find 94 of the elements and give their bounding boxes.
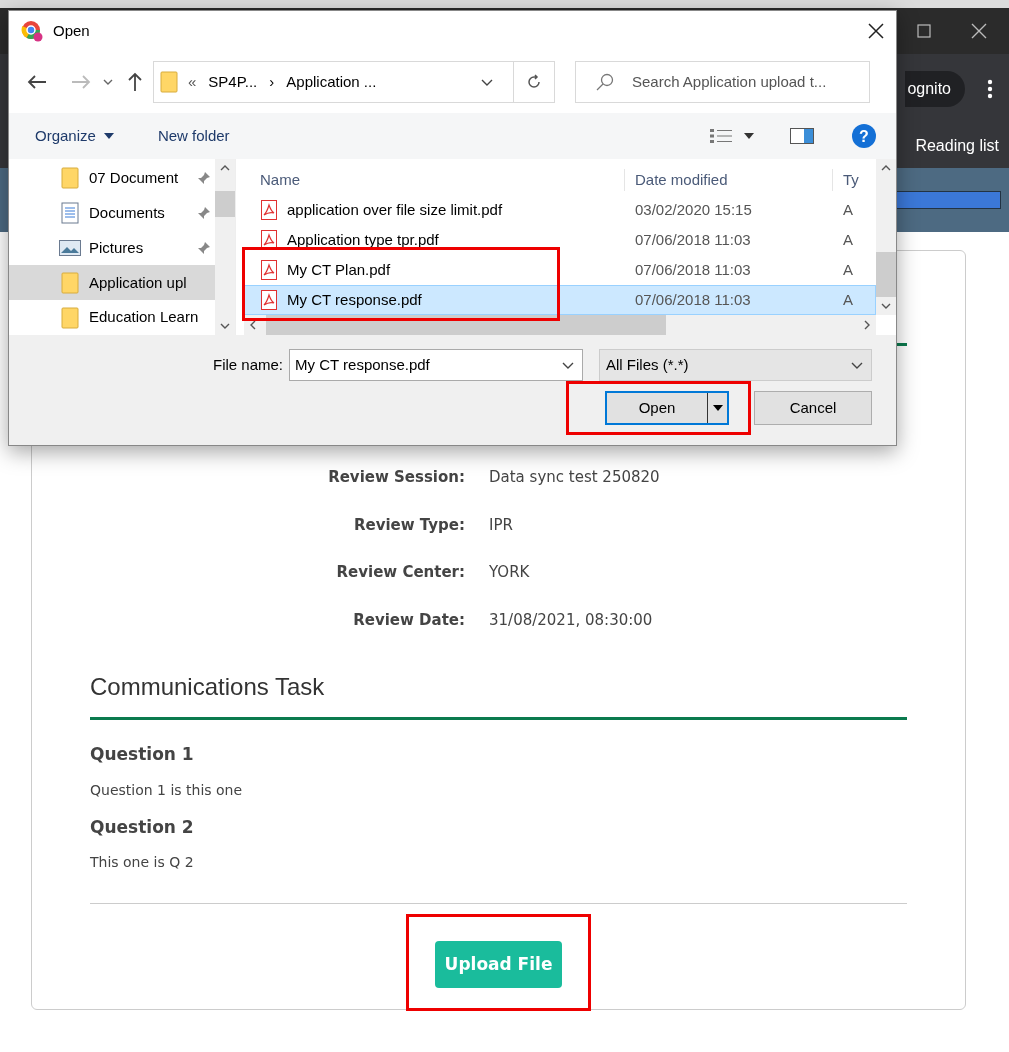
scrollbar[interactable] (876, 159, 896, 315)
folder-icon (61, 306, 79, 329)
dropdown-caret-icon[interactable] (851, 361, 863, 369)
column-header[interactable]: Date modified (624, 168, 832, 191)
toolbar-button[interactable]: New folder (157, 124, 230, 148)
nav-item[interactable]: Documents (9, 195, 215, 231)
scrollbar-thumb[interactable] (215, 191, 235, 217)
scroll-up-icon[interactable] (220, 165, 230, 171)
pin-icon[interactable] (197, 241, 211, 255)
section-heading: Communications Task (90, 672, 326, 702)
horizontal-scrollbar[interactable] (244, 315, 876, 335)
detail-label: Review Session: (327, 467, 465, 488)
pdf-file-icon (261, 290, 277, 310)
question-title: Question 1 (90, 743, 195, 766)
more-menu-icon[interactable] (987, 79, 993, 99)
cancel-button[interactable]: Cancel (754, 391, 872, 425)
pin-icon[interactable] (197, 171, 211, 186)
open-button[interactable]: Open (605, 391, 729, 425)
detail-value: YORK (489, 562, 531, 583)
pdf-file-icon (261, 200, 277, 220)
close-icon[interactable] (971, 23, 987, 39)
folder-icon (160, 71, 178, 93)
file-date: 07/06/2018 11:03 (634, 229, 752, 250)
search-field[interactable]: Search Application upload t... (575, 61, 870, 103)
scroll-right-icon[interactable] (864, 320, 870, 330)
file-row[interactable]: My CT response.pdf 07/06/2018 11:03 A (244, 285, 876, 315)
breadcrumb-separator: « (188, 71, 197, 92)
detail-label: Review Date: (352, 609, 465, 631)
dropdown-caret-icon[interactable] (562, 361, 574, 369)
breadcrumb-item[interactable]: Application ... (286, 70, 377, 94)
profile-chip[interactable]: ognito (905, 71, 965, 107)
column-header[interactable]: Name (244, 168, 624, 191)
dropdown-caret-icon[interactable] (481, 78, 493, 86)
pdf-file-icon (261, 230, 277, 250)
pin-icon[interactable] (197, 206, 211, 221)
detail-value: Data sync test 250820 (489, 467, 661, 488)
file-row[interactable]: application over file size limit.pdf 03/02/2020 15:15 A (244, 195, 876, 225)
question-text: This one is Q 2 (90, 853, 195, 872)
caret-icon[interactable] (712, 405, 723, 411)
file-name-field[interactable]: My CT response.pdf (289, 349, 583, 381)
scroll-down-icon[interactable] (881, 303, 891, 309)
scrollbar-thumb[interactable] (266, 315, 666, 335)
file-name: My CT response.pdf (287, 289, 422, 310)
file-type: A (842, 289, 853, 310)
view-caret-icon[interactable] (744, 133, 754, 139)
file-type-dropdown[interactable]: All Files (*.*) (599, 349, 872, 381)
file-type: A (842, 199, 853, 220)
nav-item[interactable]: Pictures (9, 230, 215, 266)
file-date: 07/06/2018 11:03 (634, 259, 752, 280)
address-bar[interactable]: « SP4P... › Application ... (153, 61, 555, 103)
file-name: Application type tpr.pdf (287, 229, 439, 250)
dialog-title: Open (53, 20, 91, 41)
question-title: Question 2 (90, 815, 195, 839)
refresh-icon[interactable] (526, 74, 542, 90)
file-name-label: File name: (212, 354, 283, 375)
view-list-icon[interactable] (710, 128, 732, 144)
recent-caret-icon[interactable] (103, 79, 113, 85)
scrollbar[interactable] (215, 159, 235, 335)
folder-icon (61, 167, 79, 190)
scroll-left-icon[interactable] (250, 320, 256, 330)
preview-pane-icon[interactable] (790, 128, 814, 144)
file-name: My CT Plan.pdf (287, 259, 391, 280)
maximize-icon[interactable] (917, 24, 931, 38)
nav-item[interactable]: 07 Document (9, 161, 215, 196)
detail-label: Review Center: (335, 562, 465, 583)
back-arrow-icon[interactable] (27, 74, 47, 90)
search-icon (596, 73, 614, 91)
file-type: A (842, 259, 853, 280)
file-name: application over file size limit.pdf (287, 199, 503, 220)
picture-icon (59, 240, 81, 256)
question-text: Question 1 is this one (90, 780, 244, 800)
organize-menu[interactable]: Organize (35, 124, 114, 148)
caret-icon[interactable] (103, 133, 114, 139)
detail-label: Review Type: (352, 514, 465, 536)
breadcrumb-item[interactable]: SP4P... (208, 70, 258, 94)
pdf-file-icon (261, 260, 277, 280)
up-arrow-icon[interactable] (127, 72, 143, 92)
nav-item[interactable]: Application upl (9, 265, 215, 301)
file-type: A (842, 229, 853, 250)
reading-list-link[interactable]: Reading list (915, 134, 999, 158)
document-icon (61, 202, 79, 225)
file-date: 07/06/2018 11:03 (634, 289, 752, 310)
breadcrumb-separator: › (269, 71, 275, 92)
detail-value: IPR (489, 514, 514, 536)
scroll-up-icon[interactable] (881, 165, 891, 171)
scrollbar-thumb[interactable] (876, 252, 896, 297)
close-icon[interactable] (868, 23, 884, 39)
scroll-down-icon[interactable] (220, 323, 230, 329)
detail-value: 31/08/2021, 08:30:00 (489, 609, 654, 631)
folder-icon (61, 271, 79, 294)
help-icon[interactable]: ? (852, 124, 876, 148)
app-icon (21, 20, 43, 42)
file-date: 03/02/2020 15:15 (634, 199, 753, 220)
nav-item[interactable]: Education Learn (9, 300, 215, 335)
